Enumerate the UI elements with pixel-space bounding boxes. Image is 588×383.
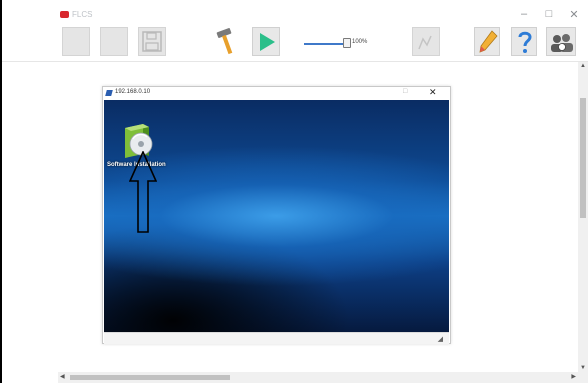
run-button[interactable] (252, 27, 280, 56)
toolbar-button-1[interactable] (62, 27, 90, 56)
chart-button[interactable] (412, 27, 440, 56)
users-button[interactable] (546, 27, 576, 56)
help-button[interactable] (511, 27, 537, 56)
chart-icon (418, 33, 434, 51)
horizontal-scrollbar[interactable]: ◀ ▶ (58, 372, 578, 383)
question-mark-icon (516, 30, 534, 54)
pencil-icon (478, 30, 498, 54)
remote-status-bar: ◢ (104, 332, 449, 344)
save-button[interactable] (138, 27, 166, 56)
resize-grip-icon[interactable]: ◢ (438, 335, 443, 343)
scroll-left-arrow-icon[interactable]: ◀ (60, 373, 65, 380)
app-window: FLCS – □ ✕ 100% 192.168.0.10 □ ✕ Softwar… (0, 0, 588, 383)
title-bar: FLCS – □ ✕ (2, 0, 588, 22)
vertical-scrollbar[interactable]: ▲ ▼ (578, 62, 588, 372)
toolbar-button-2[interactable] (100, 27, 128, 56)
edit-button[interactable] (474, 27, 500, 56)
remote-window-title: 192.168.0.10 (115, 89, 151, 95)
minimize-button[interactable]: – (514, 8, 534, 20)
scroll-down-arrow-icon[interactable]: ▼ (580, 365, 586, 371)
toolbar: 100% (2, 22, 588, 62)
close-button[interactable]: ✕ (564, 8, 584, 21)
app-title: FLCS (72, 10, 93, 19)
hammer-icon (214, 27, 240, 56)
users-icon (550, 32, 574, 53)
scrollbar-corner (578, 372, 588, 383)
remote-title-bar: 192.168.0.10 □ ✕ (103, 87, 450, 100)
zoom-slider-track[interactable] (304, 43, 346, 45)
scroll-right-arrow-icon[interactable]: ▶ (571, 373, 576, 380)
scroll-up-arrow-icon[interactable]: ▲ (580, 63, 586, 69)
zoom-slider-knob[interactable] (343, 38, 351, 48)
remote-desktop-icon (105, 90, 113, 96)
vertical-scroll-thumb[interactable] (580, 98, 586, 218)
app-logo-icon (60, 11, 69, 18)
play-icon (257, 31, 277, 53)
remote-close-button[interactable]: ✕ (429, 87, 437, 98)
zoom-label: 100% (352, 39, 368, 45)
annotation-up-arrow-icon (128, 150, 158, 233)
save-icon (142, 31, 162, 52)
build-button[interactable] (214, 27, 240, 56)
horizontal-scroll-thumb[interactable] (70, 375, 230, 380)
maximize-button[interactable]: □ (539, 8, 559, 20)
remote-maximize-button[interactable]: □ (403, 88, 407, 95)
